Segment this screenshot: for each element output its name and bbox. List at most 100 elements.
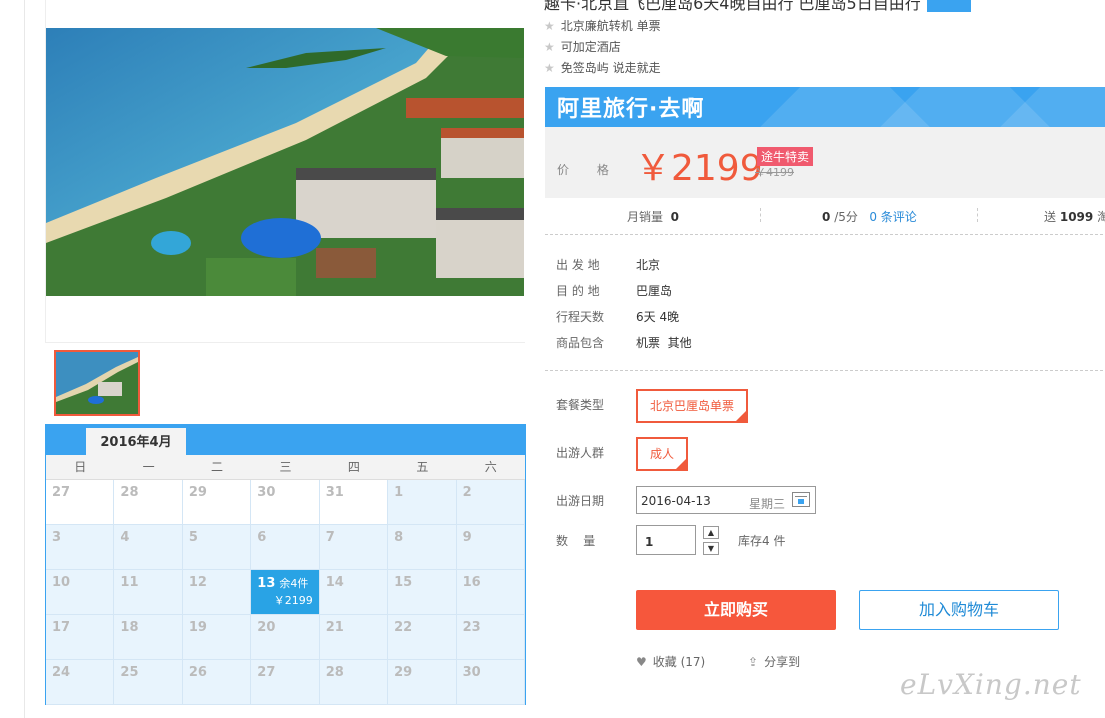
calendar-day[interactable]: 27 <box>251 660 320 705</box>
points-prefix: 送 <box>1044 210 1057 224</box>
calendar-icon[interactable] <box>792 492 810 507</box>
calendar-day[interactable]: 4 <box>114 525 183 570</box>
site-watermark: eLvXing.net <box>900 668 1082 701</box>
brand-name: 阿里旅行·去啊 <box>557 97 705 122</box>
calendar-day[interactable]: 14 <box>319 570 389 615</box>
points-value: 1099 <box>1059 210 1094 224</box>
title-badge <box>926 0 971 12</box>
selected-day-stock: 余4件 <box>279 577 309 590</box>
selected-day-price: ￥2199 <box>273 594 313 607</box>
share-label: 分享到 <box>764 655 801 669</box>
product-title-text: 趣卡·北京直飞巴厘岛6天4晚自由行 巴厘岛5日自由行 <box>544 0 921 13</box>
calendar-day[interactable]: 11 <box>114 570 183 615</box>
calendar-month-tab[interactable]: 2016年4月 <box>86 428 186 455</box>
traveler-option-selected[interactable]: 成人 ✓ <box>636 437 688 471</box>
date-weekday: 星期三 <box>749 497 786 511</box>
calendar-day[interactable]: 25 <box>114 660 183 705</box>
calendar-day[interactable]: 22 <box>388 615 457 660</box>
calendar-day[interactable]: 23 <box>456 615 525 660</box>
info-label: 商品包含 <box>556 336 605 350</box>
feature-item: ★ 可加定酒店 <box>544 38 621 55</box>
calendar-day: 28 <box>114 480 183 525</box>
calendar-day[interactable]: 7 <box>319 525 389 570</box>
divider <box>545 370 1103 371</box>
points-suffix: 淘 <box>1097 210 1105 224</box>
package-option-text: 北京巴厘岛单票 <box>649 399 734 413</box>
rating-suffix: /5分 <box>834 210 858 224</box>
calendar-day[interactable]: 9 <box>456 525 525 570</box>
calendar-day[interactable]: 1 <box>388 480 457 525</box>
favorite-button[interactable]: ♥ 收藏 (17) <box>636 653 705 670</box>
calendar-day[interactable]: 29 <box>388 660 457 705</box>
package-option-selected[interactable]: 北京巴厘岛单票 ✓ <box>636 389 748 423</box>
original-price: ￥4199 <box>755 166 794 179</box>
star-icon: ★ <box>544 19 555 33</box>
info-label: 出 发 地 <box>556 258 600 272</box>
calendar-day[interactable]: 8 <box>388 525 457 570</box>
share-button[interactable]: ⇪ 分享到 <box>748 653 800 670</box>
calendar-day[interactable]: 5 <box>182 525 252 570</box>
calendar-day[interactable]: 21 <box>319 615 389 660</box>
calendar-day-selected[interactable]: 13 余4件 ￥2199 <box>251 570 320 615</box>
calendar-day[interactable]: 24 <box>46 660 115 705</box>
calendar-day[interactable]: 12 <box>182 570 252 615</box>
weekday-label: 四 <box>347 460 360 474</box>
share-icon: ⇪ <box>748 655 759 669</box>
departure-calendar: 2016年4月 日 一 二 三 四 五 六 27 28 29 30 31 1 2… <box>45 424 526 705</box>
weekday-label: 日 <box>74 460 87 474</box>
quantity-increase-button[interactable]: ▲ <box>703 526 719 539</box>
calendar-day[interactable]: 26 <box>182 660 252 705</box>
brand-banner: 阿里旅行·去啊 <box>545 87 1105 127</box>
calendar-weekday-row: 日 一 二 三 四 五 六 <box>46 455 525 480</box>
thumbnail-image[interactable] <box>54 350 140 416</box>
calendar-header: 2016年4月 <box>46 425 525 455</box>
product-title: 趣卡·北京直飞巴厘岛6天4晚自由行 巴厘岛5日自由行 <box>544 0 971 14</box>
star-icon: ★ <box>544 40 555 54</box>
calendar-grid: 27 28 29 30 31 1 2 3 4 5 6 7 8 9 10 11 1… <box>46 480 525 705</box>
calendar-day[interactable]: 16 <box>456 570 525 615</box>
feature-item: ★ 免签岛屿 说走就走 <box>544 59 661 76</box>
monthly-sales-label: 月销量 <box>627 210 664 224</box>
calendar-day[interactable]: 15 <box>388 570 457 615</box>
price-label: 价 格 <box>557 163 621 177</box>
current-price: ￥2199 <box>635 148 763 189</box>
calendar-day[interactable]: 19 <box>182 615 252 660</box>
weekday-label: 二 <box>211 460 224 474</box>
info-label: 目 的 地 <box>556 284 600 298</box>
quantity-input[interactable]: 1 <box>636 525 696 555</box>
buy-now-button[interactable]: 立即购买 <box>636 590 836 630</box>
feature-text: 北京廉航转机 单票 <box>560 19 661 33</box>
rating: 0 /5分 0 条评论 <box>822 208 917 225</box>
weekday-label: 一 <box>142 460 155 474</box>
calendar-day[interactable]: 2 <box>456 480 525 525</box>
info-value: 6天 4晚 <box>636 310 680 324</box>
traveler-label: 出游人群 <box>556 446 605 460</box>
calendar-day: 29 <box>182 480 252 525</box>
calendar-day: 31 <box>319 480 389 525</box>
check-icon: ✓ <box>678 451 685 460</box>
monthly-sales: 月销量 0 <box>627 208 679 225</box>
package-label: 套餐类型 <box>556 398 605 412</box>
divider <box>545 234 1103 235</box>
calendar-day[interactable]: 30 <box>456 660 525 705</box>
reviews-link[interactable]: 0 条评论 <box>869 210 916 224</box>
calendar-day: 27 <box>46 480 115 525</box>
calendar-day[interactable]: 6 <box>251 525 320 570</box>
date-value: 2016-04-13 <box>641 494 711 508</box>
monthly-sales-value: 0 <box>670 210 680 224</box>
calendar-day[interactable]: 28 <box>319 660 389 705</box>
weekday-label: 三 <box>279 460 292 474</box>
calendar-day[interactable]: 17 <box>46 615 115 660</box>
add-to-cart-button[interactable]: 加入购物车 <box>859 590 1059 630</box>
check-icon: ✓ <box>738 403 745 412</box>
quantity-decrease-button[interactable]: ▼ <box>703 542 719 555</box>
calendar-day[interactable]: 3 <box>46 525 115 570</box>
calendar-day[interactable]: 20 <box>251 615 320 660</box>
price-box: 价 格 ￥2199 途牛特卖 ￥4199 <box>545 127 1105 198</box>
calendar-day[interactable]: 10 <box>46 570 115 615</box>
heart-icon: ♥ <box>636 655 647 669</box>
info-value: 北京 <box>636 258 661 272</box>
stats-divider <box>760 208 761 222</box>
calendar-day[interactable]: 18 <box>114 615 183 660</box>
date-picker-input[interactable]: 2016-04-13 星期三 <box>636 486 816 514</box>
